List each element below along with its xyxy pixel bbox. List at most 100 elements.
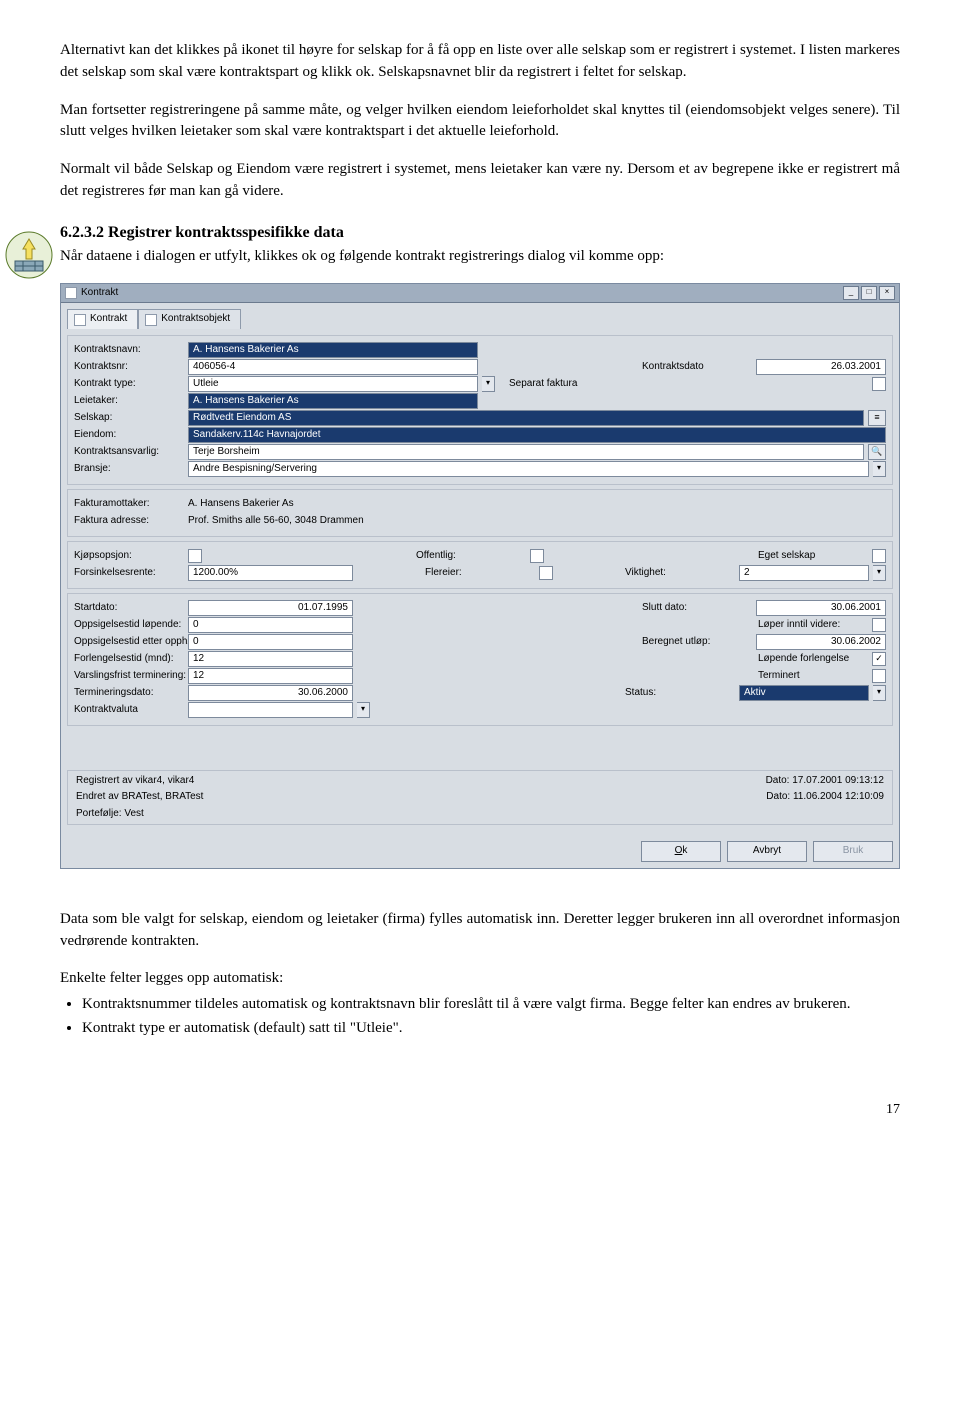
document-icon bbox=[145, 314, 157, 326]
label-offentlig: Offentlig: bbox=[416, 549, 526, 564]
audit-endretdate: Dato: 11.06.2004 12:10:09 bbox=[766, 790, 884, 805]
label-kontraktsnavn: Kontraktsnavn: bbox=[74, 343, 184, 358]
field-forlengelsestid[interactable]: 12 bbox=[188, 651, 353, 667]
label-opps-etter: Oppsigelsestid etter opphør: bbox=[74, 635, 184, 650]
label-forsinkelsesrente: Forsinkelsesrente: bbox=[74, 566, 184, 581]
label-kjopsopsjon: Kjøpsopsjon: bbox=[74, 549, 184, 564]
field-startdato[interactable]: 01.07.1995 bbox=[188, 600, 353, 616]
label-fakturamottaker: Fakturamottaker: bbox=[74, 497, 184, 512]
maximize-button[interactable]: □ bbox=[861, 286, 877, 300]
checkbox-egetselskap[interactable] bbox=[872, 549, 886, 563]
field-leietaker[interactable]: A. Hansens Bakerier As bbox=[188, 393, 478, 409]
label-kontraktsnr: Kontraktsnr: bbox=[74, 360, 184, 375]
field-kontraktsnavn[interactable]: A. Hansens Bakerier As bbox=[188, 342, 478, 358]
window-icon bbox=[65, 287, 77, 299]
field-kontrakttype[interactable]: Utleie bbox=[188, 376, 478, 392]
audit-regdate: Dato: 17.07.2001 09:13:12 bbox=[766, 774, 884, 789]
tab-kontrakt[interactable]: Kontrakt bbox=[67, 309, 138, 329]
group-datoer: Startdato: 01.07.1995 Slutt dato: 30.06.… bbox=[67, 593, 893, 726]
value-fakturaadresse: Prof. Smiths alle 56-60, 3048 Drammen bbox=[188, 514, 364, 529]
minimize-button[interactable]: _ bbox=[843, 286, 859, 300]
label-fakturaadresse: Faktura adresse: bbox=[74, 514, 184, 529]
label-leietaker: Leietaker: bbox=[74, 394, 184, 409]
bruk-button[interactable]: Bruk bbox=[813, 841, 893, 862]
field-sluttdato[interactable]: 30.06.2001 bbox=[756, 600, 886, 616]
field-opps-lopende[interactable]: 0 bbox=[188, 617, 353, 633]
document-icon bbox=[74, 314, 86, 326]
ok-button[interactable]: Ok bbox=[641, 841, 721, 862]
dropdown-kontraktvaluta[interactable]: ▾ bbox=[357, 702, 370, 718]
label-kontraktvaluta: Kontraktvaluta bbox=[74, 703, 184, 718]
close-button[interactable]: × bbox=[879, 286, 895, 300]
field-status[interactable]: Aktiv bbox=[739, 685, 869, 701]
lookup-selskap-button[interactable]: ≡ bbox=[868, 410, 886, 426]
bullet-list: Kontraktsnummer tildeles automatisk og k… bbox=[82, 994, 900, 1040]
label-egetselskap: Eget selskap bbox=[758, 549, 868, 564]
group-opsjoner: Kjøpsopsjon: Offentlig: Eget selskap For… bbox=[67, 541, 893, 589]
field-selskap[interactable]: Rødtvedt Eiendom AS bbox=[188, 410, 864, 426]
label-fleireier: Flereier: bbox=[425, 566, 535, 581]
audit-endret: Endret av BRATest, BRATest bbox=[76, 790, 203, 805]
value-fakturamottaker: A. Hansens Bakerier As bbox=[188, 497, 294, 512]
label-selskap: Selskap: bbox=[74, 411, 184, 426]
register-icon bbox=[5, 231, 53, 279]
paragraph-1: Alternativt kan det klikkes på ikonet ti… bbox=[60, 40, 900, 84]
field-varslingsfrist[interactable]: 12 bbox=[188, 668, 353, 684]
checkbox-terminert[interactable] bbox=[872, 669, 886, 683]
list-item: Kontrakt type er automatisk (default) sa… bbox=[82, 1018, 900, 1040]
checkbox-offentlig[interactable] bbox=[530, 549, 544, 563]
page-number: 17 bbox=[60, 1100, 900, 1120]
tab-kontraktsobjekt[interactable]: Kontraktsobjekt bbox=[138, 309, 241, 329]
dropdown-status[interactable]: ▾ bbox=[873, 685, 886, 701]
label-kontrakttype: Kontrakt type: bbox=[74, 377, 184, 392]
label-beregnetutlop: Beregnet utløp: bbox=[642, 635, 752, 650]
checkbox-loperinntil[interactable] bbox=[872, 618, 886, 632]
checkbox-fleireier[interactable] bbox=[539, 566, 553, 580]
label-kontraktsdato: Kontraktsdato bbox=[642, 360, 752, 375]
label-separatfaktura: Separat faktura bbox=[509, 377, 619, 392]
section-lead: Når dataene i dialogen er utfylt, klikke… bbox=[60, 246, 900, 268]
field-viktighet[interactable]: 2 bbox=[739, 565, 869, 581]
field-kontraktsdato[interactable]: 26.03.2001 bbox=[756, 359, 886, 375]
field-bransje[interactable]: Andre Bespisning/Servering bbox=[188, 461, 869, 477]
lookup-ansvarlig-button[interactable]: 🔍 bbox=[868, 444, 886, 460]
label-forlengelsestid: Forlengelsestid (mnd): bbox=[74, 652, 184, 667]
paragraph-3: Normalt vil både Selskap og Eiendom være… bbox=[60, 159, 900, 203]
avbryt-button[interactable]: Avbryt bbox=[727, 841, 807, 862]
checkbox-lopendeforlengelse[interactable] bbox=[872, 652, 886, 666]
section-heading: 6.2.3.2 Registrer kontraktsspesifikke da… bbox=[60, 221, 900, 244]
label-sluttdato: Slutt dato: bbox=[642, 601, 752, 616]
label-opps-lopende: Oppsigelsestid løpende: bbox=[74, 618, 184, 633]
field-kontraktvaluta[interactable] bbox=[188, 702, 353, 718]
label-termineringsdato: Termineringsdato: bbox=[74, 686, 184, 701]
field-kontraktsansvarlig[interactable]: Terje Borsheim bbox=[188, 444, 864, 460]
dropdown-viktighet[interactable]: ▾ bbox=[873, 565, 886, 581]
group-audit: Registrert av vikar4, vikar4 Dato: 17.07.… bbox=[67, 770, 893, 826]
field-beregnetutlop[interactable]: 30.06.2002 bbox=[756, 634, 886, 650]
checkbox-separatfaktura[interactable] bbox=[872, 377, 886, 391]
field-eiendom[interactable]: Sandakerv.114c Havnajordet bbox=[188, 427, 886, 443]
paragraph-4: Data som ble valgt for selskap, eiendom … bbox=[60, 909, 900, 953]
checkbox-kjopsopsjon[interactable] bbox=[188, 549, 202, 563]
field-opps-etter[interactable]: 0 bbox=[188, 634, 353, 650]
label-bransje: Bransje: bbox=[74, 462, 184, 477]
field-kontraktsnr[interactable]: 406056-4 bbox=[188, 359, 478, 375]
label-eiendom: Eiendom: bbox=[74, 428, 184, 443]
label-status: Status: bbox=[625, 686, 735, 701]
paragraph-5: Enkelte felter legges opp automatisk: bbox=[60, 968, 900, 990]
label-lopendeforlengelse: Løpende forlengelse bbox=[758, 652, 868, 667]
dropdown-kontrakttype[interactable]: ▾ bbox=[482, 376, 495, 392]
list-item: Kontraktsnummer tildeles automatisk og k… bbox=[82, 994, 900, 1016]
label-varslingsfrist: Varslingsfrist terminering: bbox=[74, 669, 184, 684]
dropdown-bransje[interactable]: ▾ bbox=[873, 461, 886, 477]
group-kontrakt-info: Kontraktsnavn: A. Hansens Bakerier As Ko… bbox=[67, 335, 893, 485]
window-title: Kontrakt bbox=[81, 286, 118, 301]
label-startdato: Startdato: bbox=[74, 601, 184, 616]
field-forsinkelsesrente[interactable]: 1200.00% bbox=[188, 565, 353, 581]
label-kontraktsansvarlig: Kontraktsansvarlig: bbox=[74, 445, 184, 460]
audit-reg: Registrert av vikar4, vikar4 bbox=[76, 774, 194, 789]
field-termineringsdato[interactable]: 30.06.2000 bbox=[188, 685, 353, 701]
paragraph-2: Man fortsetter registreringene på samme … bbox=[60, 100, 900, 144]
label-loperinntil: Løper inntil videre: bbox=[758, 618, 868, 633]
group-faktura: Fakturamottaker: A. Hansens Bakerier As … bbox=[67, 489, 893, 537]
